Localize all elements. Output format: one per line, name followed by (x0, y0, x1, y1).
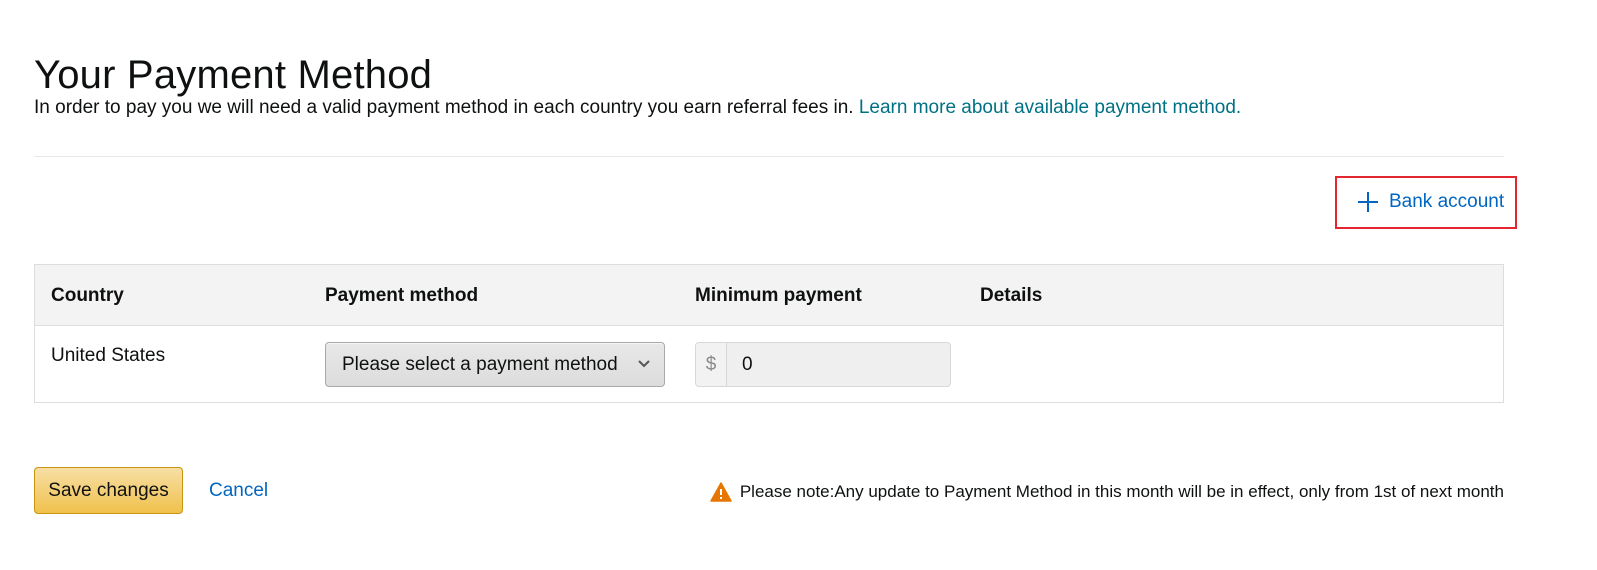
minimum-payment-input[interactable]: $ 0 (695, 342, 951, 387)
cancel-link[interactable]: Cancel (209, 479, 268, 503)
intro-text: In order to pay you we will need a valid… (34, 97, 854, 118)
header-payment-method: Payment method (325, 285, 479, 306)
learn-more-link[interactable]: Learn more about available payment metho… (859, 97, 1241, 118)
add-bank-account-button[interactable]: Bank account (1357, 190, 1504, 214)
payment-method-table: Country Payment method Minimum payment D… (34, 264, 1504, 403)
add-bank-account-label: Bank account (1389, 191, 1505, 212)
add-bank-account-highlight: Bank account (1335, 176, 1517, 229)
header-minimum-payment: Minimum payment (695, 285, 862, 306)
payment-method-select-value: Please select a payment method (342, 354, 618, 375)
country-cell: United States (51, 345, 166, 366)
warning-icon (710, 482, 732, 502)
save-changes-button[interactable]: Save changes (34, 467, 183, 514)
intro-paragraph: In order to pay you we will need a valid… (34, 96, 1241, 120)
page-title: Your Payment Method (34, 52, 433, 97)
note-text: Please note:Any update to Payment Method… (739, 482, 1504, 501)
currency-prefix: $ (696, 343, 727, 386)
payment-update-note: Please note:Any update to Payment Method… (710, 481, 1504, 503)
section-divider (34, 156, 1504, 157)
header-details: Details (980, 285, 1043, 306)
header-country: Country (51, 285, 124, 306)
chevron-down-icon (638, 360, 650, 368)
minimum-payment-value: 0 (742, 354, 753, 375)
table-header: Country Payment method Minimum payment D… (35, 265, 1503, 326)
payment-method-select[interactable]: Please select a payment method (325, 342, 665, 387)
plus-icon (1358, 192, 1378, 212)
